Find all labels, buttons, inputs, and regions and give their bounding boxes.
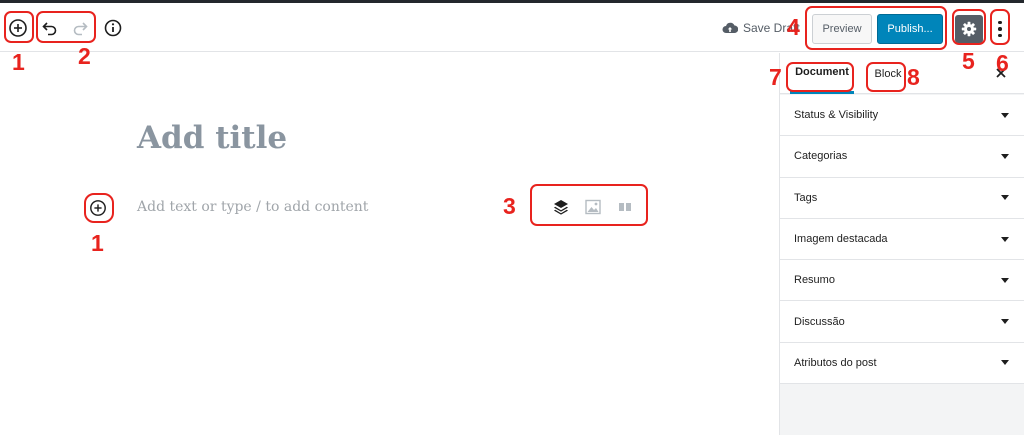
annotation-number-1-top: 1 xyxy=(12,49,25,75)
annotation-number-4: 4 xyxy=(787,14,800,40)
chevron-down-icon xyxy=(1001,319,1009,325)
annotation-number-7: 7 xyxy=(769,64,782,90)
panel-categorias[interactable]: Categorias xyxy=(780,136,1024,178)
annotation-number-3: 3 xyxy=(503,193,516,219)
panel-label: Tags xyxy=(794,191,818,204)
annotation-box-4 xyxy=(805,6,947,50)
annotation-number-5: 5 xyxy=(962,48,975,74)
panel-label: Status & Visibility xyxy=(794,109,879,122)
panel-label: Imagem destacada xyxy=(794,233,888,246)
annotation-box-2 xyxy=(36,11,96,43)
post-title-input[interactable]: Add title xyxy=(137,120,287,156)
panel-tags[interactable]: Tags xyxy=(780,178,1024,219)
panel-label: Atributos do post xyxy=(794,356,877,369)
panel-label: Categorias xyxy=(794,150,848,163)
panel-label: Resumo xyxy=(794,274,835,287)
info-icon xyxy=(104,19,122,37)
annotation-box-5 xyxy=(952,9,986,45)
sidebar-panels: Status & Visibility Categorias Tags Imag… xyxy=(780,95,1024,385)
annotation-number-8: 8 xyxy=(907,64,920,90)
panel-atributos-do-post[interactable]: Atributos do post xyxy=(780,343,1024,385)
chevron-down-icon xyxy=(1001,112,1009,118)
annotation-number-1-inline: 1 xyxy=(91,230,104,256)
chevron-down-icon xyxy=(1001,195,1009,201)
annotation-box-1-top xyxy=(4,11,34,43)
annotation-box-1-inline xyxy=(84,193,114,223)
settings-sidebar: Document Block Status & Visibility Categ… xyxy=(779,53,1024,435)
annotation-box-3 xyxy=(530,184,648,226)
panel-label: Discussão xyxy=(794,315,845,328)
annotation-box-8 xyxy=(866,62,906,92)
panel-status-visibility[interactable]: Status & Visibility xyxy=(780,95,1024,137)
cloud-upload-icon xyxy=(722,22,738,33)
panel-discussao[interactable]: Discussão xyxy=(780,301,1024,343)
panel-resumo[interactable]: Resumo xyxy=(780,260,1024,302)
content-info-button[interactable] xyxy=(101,16,125,40)
chevron-down-icon xyxy=(1001,236,1009,242)
content-placeholder[interactable]: Add text or type / to add content xyxy=(137,199,368,215)
annotation-number-6: 6 xyxy=(996,50,1009,76)
annotation-box-7 xyxy=(786,62,854,92)
chevron-down-icon xyxy=(1001,277,1009,283)
chevron-down-icon xyxy=(1001,153,1009,159)
chevron-down-icon xyxy=(1001,360,1009,366)
annotation-number-2: 2 xyxy=(78,43,91,69)
annotation-box-6 xyxy=(990,9,1010,45)
panel-imagem-destacada[interactable]: Imagem destacada xyxy=(780,219,1024,261)
